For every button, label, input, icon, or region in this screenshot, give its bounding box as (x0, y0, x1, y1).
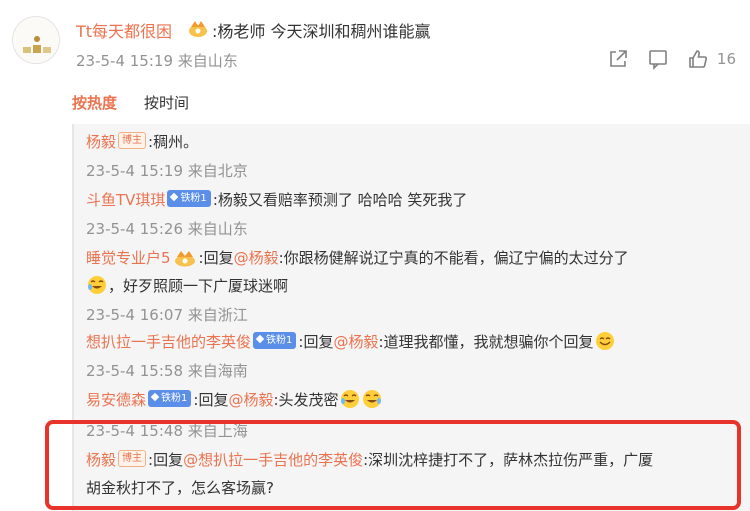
mention-link[interactable]: @杨毅 (234, 249, 279, 267)
fan-badge-label: 铁粉1 (266, 335, 293, 346)
reply-prefix: :回复 (193, 391, 229, 409)
reply-location: 来自山东 (187, 220, 248, 238)
reply-item: 杨毅 博主:稠州。 (86, 128, 740, 156)
laugh-cry-emoji-icon (340, 389, 360, 409)
fan-badge: 铁粉1 (167, 190, 211, 207)
reply-meta: 23-5-4 15:58 来自海南 (86, 360, 248, 382)
laugh-cry-emoji-icon (362, 389, 382, 409)
post-actions: 16 (589, 48, 736, 70)
mention-link[interactable]: @杨毅 (228, 391, 273, 409)
tab-sort-hot[interactable]: 按热度 (72, 92, 117, 113)
reply-item: 易安德森 铁粉1 :回复@杨毅:头发茂密 (86, 386, 740, 414)
comment-icon[interactable] (647, 48, 669, 70)
post-location: 来自山东 (177, 52, 238, 70)
fan-badge-label: 铁粉1 (161, 393, 188, 404)
post-text: :杨老师 今天深圳和稠州谁能赢 (212, 22, 431, 41)
diamond-icon (150, 392, 160, 402)
reply-text: :杨毅又看赔率预测了 哈哈哈 笑死我了 (212, 191, 468, 209)
reply-username[interactable]: 杨毅 (86, 133, 116, 151)
reply-meta: 23-5-4 16:07 来自浙江 (86, 304, 248, 326)
fan-badge: 铁粉1 (253, 332, 297, 349)
reply-text: :头发茂密 (273, 391, 339, 409)
reply-date: 23-5-4 15:26 (86, 220, 183, 238)
tab-sort-time[interactable]: 按时间 (144, 92, 189, 113)
post-author[interactable]: Tt每天都很困 (76, 18, 172, 42)
reply-text: :道理我都懂，我就想骗你个回复 (378, 333, 594, 351)
smile-emoji-icon (595, 331, 615, 351)
reply-date: 23-5-4 16:07 (86, 306, 183, 324)
highlight-box (45, 420, 741, 510)
reply-meta: 23-5-4 15:26 来自山东 (86, 218, 248, 240)
reply-text-continued: ，好歹照顾一下广厦球迷啊 (108, 277, 289, 295)
vip-crown-icon (173, 248, 197, 266)
laugh-cry-emoji-icon (87, 275, 107, 295)
post-date: 23-5-4 15:19 (76, 52, 173, 70)
diamond-icon (255, 334, 265, 344)
reply-prefix: :回复 (298, 333, 334, 351)
reply-text: :稠州。 (148, 133, 199, 151)
reply-location: 来自海南 (187, 362, 248, 380)
author-badge: 博主 (118, 132, 147, 149)
reply-text: :你跟杨健解说辽宁真的不能看，偏辽宁偏的太过分了 (278, 249, 629, 267)
reply-location: 来自浙江 (187, 306, 248, 324)
reply-username[interactable]: 睡觉专业户5 (86, 249, 171, 267)
share-icon[interactable] (607, 48, 629, 70)
vip-crown-icon (187, 18, 209, 38)
mention-link[interactable]: @杨毅 (333, 333, 378, 351)
reply-meta: 23-5-4 15:19 来自北京 (86, 160, 248, 182)
like-icon[interactable] (687, 48, 709, 70)
reply-date: 23-5-4 15:58 (86, 362, 183, 380)
like-count: 16 (716, 50, 736, 68)
reply-username[interactable]: 易安德森 (86, 391, 146, 409)
fan-badge-label: 铁粉1 (180, 193, 207, 204)
reply-prefix: :回复 (198, 249, 234, 267)
reply-item: 想扒拉一手吉他的李英俊 铁粉1 :回复@杨毅:道理我都懂，我就想骗你个回复 (86, 328, 740, 356)
reply-location: 来自北京 (187, 162, 248, 180)
avatar[interactable] (12, 16, 60, 64)
post-meta: 23-5-4 15:19 来自山东 (76, 50, 238, 71)
diamond-icon (170, 192, 179, 202)
reply-username[interactable]: 想扒拉一手吉他的李英俊 (86, 333, 251, 351)
reply-date: 23-5-4 15:19 (86, 162, 183, 180)
fan-badge: 铁粉1 (148, 390, 192, 407)
reply-username[interactable]: 斗鱼TV琪琪 (86, 191, 165, 209)
comment-header: Tt每天都很困 :杨老师 今天深圳和稠州谁能赢 23-5-4 15:19 来自山… (0, 0, 750, 80)
reply-item: 睡觉专业户5 :回复@杨毅:你跟杨健解说辽宁真的不能看，偏辽宁偏的太过分了 ，好歹照… (86, 244, 740, 300)
reply-item: 斗鱼TV琪琪 铁粉1 :杨毅又看赔率预测了 哈哈哈 笑死我了 (86, 186, 740, 214)
